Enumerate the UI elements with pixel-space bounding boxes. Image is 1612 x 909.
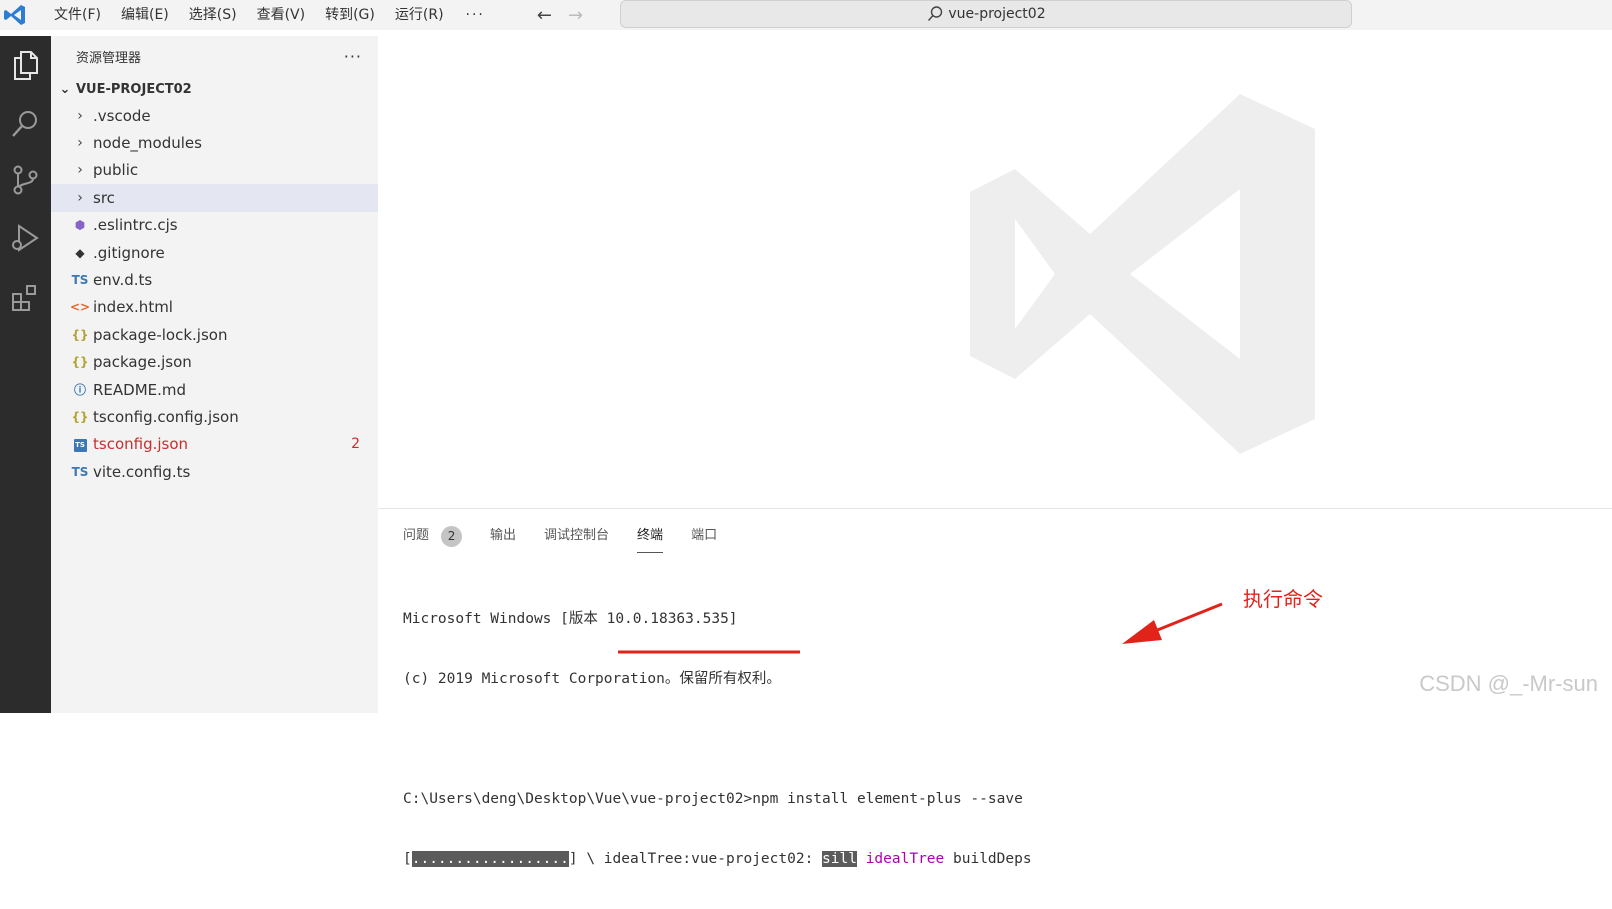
tab-problems[interactable]: 问题 2 xyxy=(403,522,462,550)
error-count-badge: 2 xyxy=(351,436,360,452)
folder-item-node-modules[interactable]: › node_modules xyxy=(51,129,378,156)
file-item-env-d-ts[interactable]: TS env.d.ts xyxy=(51,266,378,293)
json-icon: {} xyxy=(70,328,90,342)
file-item-vite-config-ts[interactable]: TS vite.config.ts xyxy=(51,458,378,485)
folder-label: src xyxy=(93,189,115,207)
file-label: .gitignore xyxy=(93,244,165,262)
log-ideal-tree: idealTree xyxy=(866,851,945,867)
menu-run[interactable]: 运行(R) xyxy=(385,0,454,30)
folder-item-public[interactable]: › public xyxy=(51,157,378,184)
file-item-tsconfig-json[interactable]: TS tsconfig.json 2 xyxy=(51,431,378,458)
tab-debug-console[interactable]: 调试控制台 xyxy=(544,522,609,550)
file-item-gitignore[interactable]: ◆ .gitignore xyxy=(51,239,378,266)
source-control-icon[interactable] xyxy=(5,160,45,200)
menu-view[interactable]: 查看(V) xyxy=(247,0,316,30)
folder-label: .vscode xyxy=(93,107,151,125)
log-level-sill: sill xyxy=(822,851,857,867)
explorer-title: 资源管理器 xyxy=(76,47,141,66)
chevron-right-icon: › xyxy=(70,162,90,178)
file-label: README.md xyxy=(93,381,186,399)
command-center-search[interactable]: vue-project02 xyxy=(620,0,1352,28)
json-icon: {} xyxy=(70,410,90,424)
json-icon: {} xyxy=(70,355,90,369)
terminal-progress-line: [..................] \ idealTree:vue-pro… xyxy=(403,849,1593,869)
terminal-command-line: C:\Users\deng\Desktop\Vue\vue-project02>… xyxy=(403,789,1593,809)
panel-tabs: 问题 2 输出 调试控制台 终端 端口 xyxy=(378,521,745,551)
folder-item-src[interactable]: › src xyxy=(51,184,378,211)
terminal-blank-line xyxy=(403,729,1593,749)
chevron-down-icon: ⌄ xyxy=(57,82,73,97)
chevron-right-icon: › xyxy=(70,135,90,151)
menu-file[interactable]: 文件(F) xyxy=(44,0,111,30)
tsconfig-icon: TS xyxy=(70,436,90,452)
explorer-header: 资源管理器 ··· xyxy=(51,36,378,76)
more-actions-icon[interactable]: ··· xyxy=(344,47,362,66)
menu-edit[interactable]: 编辑(E) xyxy=(111,0,179,30)
csdn-watermark: CSDN @_-Mr-sun xyxy=(1419,671,1598,697)
file-label: env.d.ts xyxy=(93,271,152,289)
tab-output[interactable]: 输出 xyxy=(490,522,516,550)
progress-bar: .................. xyxy=(412,851,569,867)
back-arrow-icon[interactable]: ← xyxy=(537,5,552,26)
terminal-line: Microsoft Windows [版本 10.0.18363.535] xyxy=(403,609,1593,629)
menu-go[interactable]: 转到(G) xyxy=(315,0,385,30)
project-name: VUE-PROJECT02 xyxy=(76,82,192,97)
file-item-tsconfig-config-json[interactable]: {} tsconfig.config.json xyxy=(51,403,378,430)
file-label: .eslintrc.cjs xyxy=(93,216,178,234)
editor-area[interactable] xyxy=(378,36,1612,508)
extensions-icon[interactable] xyxy=(5,278,45,318)
html-icon: <> xyxy=(70,300,90,314)
terminal-line: (c) 2019 Microsoft Corporation。保留所有权利。 xyxy=(403,669,1593,689)
ts-icon: TS xyxy=(70,273,90,287)
project-root[interactable]: ⌄ VUE-PROJECT02 xyxy=(51,76,378,102)
folder-label: node_modules xyxy=(93,134,202,152)
tab-ports[interactable]: 端口 xyxy=(691,522,717,550)
git-icon: ◆ xyxy=(70,246,90,260)
file-label: tsconfig.config.json xyxy=(93,408,239,426)
tab-problems-label: 问题 xyxy=(403,522,429,550)
progress-open: [ xyxy=(403,851,412,867)
file-label: tsconfig.json xyxy=(93,435,188,453)
file-item-index-html[interactable]: <> index.html xyxy=(51,294,378,321)
menu-selection[interactable]: 选择(S) xyxy=(179,0,247,30)
folder-label: public xyxy=(93,161,138,179)
file-label: index.html xyxy=(93,298,173,316)
forward-arrow-icon[interactable]: → xyxy=(568,5,583,26)
vscode-logo-icon xyxy=(2,2,28,28)
chevron-right-icon: › xyxy=(70,190,90,206)
file-label: package.json xyxy=(93,353,192,371)
ts-icon: TS xyxy=(70,465,90,479)
info-icon: ⓘ xyxy=(70,381,90,398)
menu-bar: 文件(F) 编辑(E) 选择(S) 查看(V) 转到(G) 运行(R) ··· xyxy=(44,0,497,30)
file-label: vite.config.ts xyxy=(93,463,190,481)
title-bar: 文件(F) 编辑(E) 选择(S) 查看(V) 转到(G) 运行(R) ··· … xyxy=(0,0,1612,30)
progress-status: ] \ idealTree:vue-project02: xyxy=(569,851,822,867)
explorer-sidebar: 资源管理器 ··· ⌄ VUE-PROJECT02 › .vscode › no… xyxy=(51,36,378,713)
file-item-readme[interactable]: ⓘ README.md xyxy=(51,376,378,403)
file-item-package-lock-json[interactable]: {} package-lock.json xyxy=(51,321,378,348)
search-icon[interactable] xyxy=(5,104,45,144)
search-icon xyxy=(926,5,944,23)
vscode-watermark-icon xyxy=(970,94,1330,454)
eslint-icon: ⬢ xyxy=(70,218,90,232)
folder-item-vscode[interactable]: › .vscode xyxy=(51,102,378,129)
search-label: vue-project02 xyxy=(948,6,1045,22)
log-build-deps: buildDeps xyxy=(944,851,1031,867)
annotation-label: 执行命令 xyxy=(1243,583,1323,612)
file-item-eslintrc[interactable]: ⬢ .eslintrc.cjs xyxy=(51,212,378,239)
menu-more-icon[interactable]: ··· xyxy=(454,7,497,23)
tab-terminal[interactable]: 终端 xyxy=(637,522,663,550)
chevron-right-icon: › xyxy=(70,108,90,124)
file-item-package-json[interactable]: {} package.json xyxy=(51,349,378,376)
activity-bar xyxy=(0,36,51,713)
run-debug-icon[interactable] xyxy=(5,218,45,258)
nav-arrows: ← → xyxy=(537,5,583,26)
explorer-icon[interactable] xyxy=(5,45,45,85)
problems-count-badge: 2 xyxy=(441,526,462,547)
file-label: package-lock.json xyxy=(93,326,227,344)
terminal-output[interactable]: Microsoft Windows [版本 10.0.18363.535] (c… xyxy=(403,569,1593,909)
